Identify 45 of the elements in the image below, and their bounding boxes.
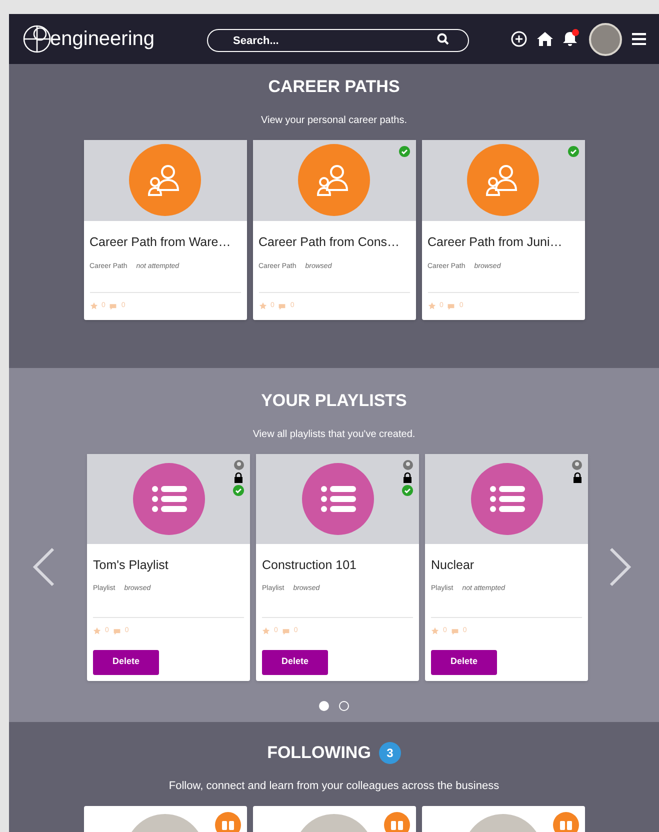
user-icon [234, 460, 244, 470]
user-icon [402, 460, 412, 470]
star-icon [258, 302, 266, 310]
home-icon[interactable] [537, 32, 553, 46]
star-icon [90, 302, 98, 310]
avatar[interactable] [589, 22, 622, 56]
menu-icon[interactable] [632, 33, 646, 45]
section-subtitle: View all playlists that you've created. [252, 428, 416, 442]
chevron-right-icon[interactable] [607, 547, 633, 587]
star-icon [262, 627, 270, 635]
card-title: Career Path from Ware… [88, 234, 232, 251]
delete-button[interactable]: Delete [431, 650, 497, 674]
comment-icon [109, 302, 118, 310]
binoculars-icon[interactable] [552, 812, 578, 832]
binoculars-icon[interactable] [214, 812, 240, 832]
card-title: Construction 101 [261, 556, 358, 574]
chevron-left-icon[interactable] [31, 547, 57, 587]
star-icon [93, 627, 101, 635]
section-subtitle: View your personal career paths. [260, 114, 407, 128]
comment-icon [447, 302, 456, 310]
section-subtitle: Follow, connect and learn from your colleagues across the business [168, 778, 500, 794]
section-title: CAREER PATHS [268, 76, 400, 98]
card-title: Nuclear [430, 556, 476, 574]
search-field[interactable]: Search... [207, 29, 469, 52]
star-icon [431, 627, 439, 635]
section-title: FOLLOWING [267, 742, 371, 764]
section-title: YOUR PLAYLISTS [261, 390, 407, 412]
card-title: Career Path from Juni… [426, 234, 564, 251]
add-icon[interactable] [511, 31, 527, 47]
card-title: Career Path from Cons… [258, 234, 401, 251]
delete-button[interactable]: Delete [93, 650, 159, 674]
card-title: Tom's Playlist [92, 556, 170, 574]
comment-icon [450, 628, 459, 634]
user-icon [572, 460, 582, 470]
comment-icon [278, 302, 286, 310]
star-icon [428, 302, 436, 310]
search-icon [437, 32, 449, 44]
delete-button[interactable]: Delete [262, 650, 328, 674]
count-badge: 3 [378, 742, 401, 764]
comment-icon [282, 628, 290, 634]
comment-icon [112, 628, 121, 634]
logo-text: engineering [50, 27, 155, 52]
bell-icon[interactable] [563, 31, 579, 47]
logo-icon [22, 24, 52, 54]
binoculars-icon[interactable] [384, 812, 410, 832]
